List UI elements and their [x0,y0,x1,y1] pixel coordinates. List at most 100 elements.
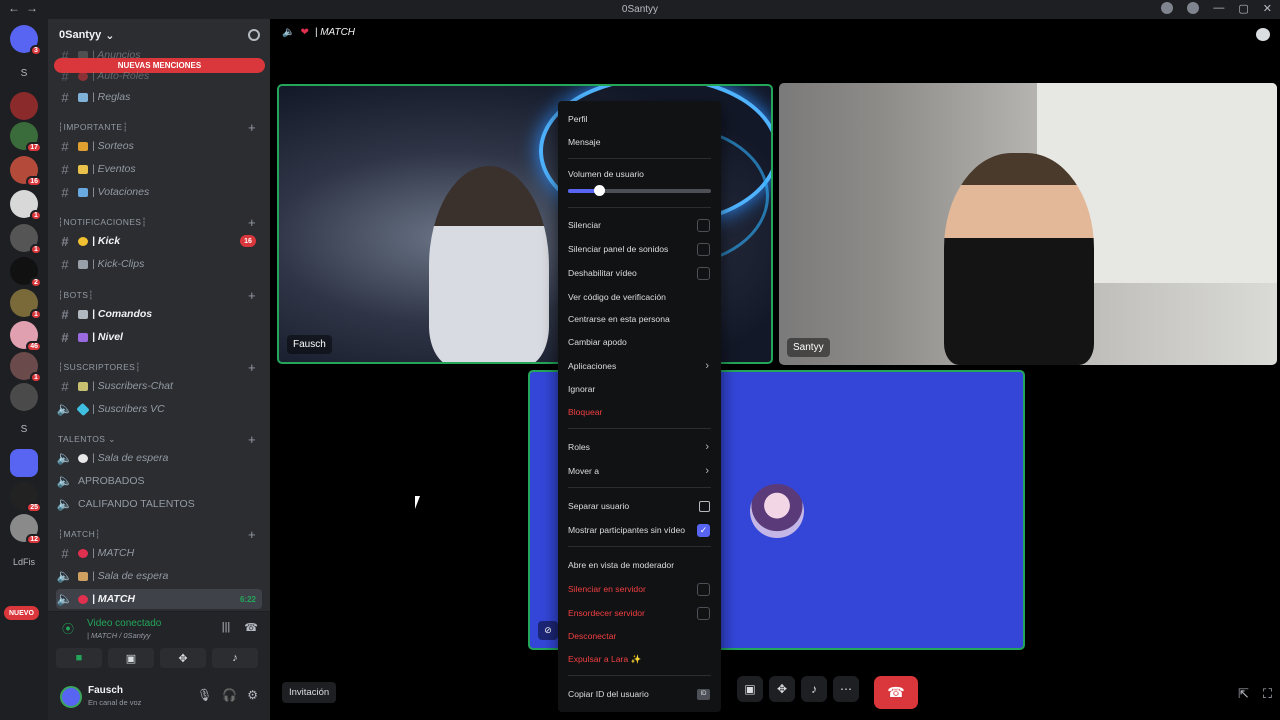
category-suscriptores[interactable]: ┆SUSCRIPTORES┆ + [58,360,262,375]
channel-nivel[interactable]: # | Nivel [56,327,262,347]
menu-item-disconnect[interactable]: Desconectar [568,628,711,644]
server-icon[interactable]: 46 [10,321,42,352]
menu-item-ignore[interactable]: Ignorar [568,381,711,397]
menu-item-mute-soundboard[interactable]: Silenciar panel de sonidos [568,241,711,257]
server-icon[interactable] [10,383,38,411]
server-icon[interactable]: 12 [10,514,42,545]
menu-item-server-deafen[interactable]: Ensordecer servidor [568,605,711,621]
menu-item-kick[interactable]: Expulsar a Lara ✨ [568,651,711,667]
volume-slider[interactable] [568,185,711,196]
channel-sorteos[interactable]: # | Sorteos [56,136,262,156]
add-channel-icon[interactable]: + [248,288,256,303]
channel-votaciones[interactable]: # | Votaciones [56,182,262,202]
disable-video-checkbox[interactable] [697,266,710,280]
channel-autoroles[interactable]: # | Auto-Roles [56,66,262,86]
inbox-icon[interactable] [1161,2,1174,14]
show-non-video-checkbox[interactable]: ✓ [697,523,710,537]
activities-button[interactable]: ✥ [769,676,795,702]
menu-item-moderator-view[interactable]: Abre en vista de moderador [568,557,711,573]
channel-eventos[interactable]: # | Eventos [56,159,262,179]
signal-icon[interactable]: ⦿ [62,620,76,636]
add-channel-icon[interactable]: + [248,120,256,135]
server-icon[interactable]: 25 [10,482,42,513]
channel-reglas[interactable]: # | Reglas [56,87,262,107]
mic-icon[interactable]: 🎙 [197,688,212,702]
server-mute-checkbox[interactable] [697,582,710,596]
channel-aprobados[interactable]: 🔈 APROBADOS [56,471,262,491]
category-talentos[interactable]: TALENTOS ⌄ + [58,432,262,447]
menu-item-focus[interactable]: Centrarse en esta persona [568,311,711,327]
close-icon[interactable]: ✕ [1263,2,1272,15]
category-match[interactable]: ┆MATCH┆ + [58,527,262,542]
screen-share-button[interactable]: ▣ [108,648,154,668]
voice-status[interactable]: Video conectado [87,618,161,629]
server-ldfis[interactable]: LdFis [10,548,38,576]
server-icon[interactable]: 17 [10,122,42,153]
voice-channel-path[interactable]: | MATCH / 0Santyy [87,631,151,640]
channel-kickclips[interactable]: # | Kick-Clips [56,254,262,274]
disconnect-icon[interactable]: ☎ [244,621,258,634]
add-channel-icon[interactable]: + [248,432,256,447]
hangup-button[interactable]: ☎ [874,676,918,709]
server-icon[interactable] [10,92,38,120]
menu-item-message[interactable]: Mensaje [568,134,711,150]
avatar[interactable] [60,686,82,708]
minimize-icon[interactable]: — [1213,2,1224,15]
soundboard-button[interactable]: ♪ [212,648,258,668]
folder-icon[interactable] [10,449,38,477]
server-s1[interactable]: S [10,59,38,87]
channel-comandos[interactable]: # | Comandos [56,304,262,324]
add-channel-icon[interactable]: + [248,527,256,542]
menu-item-apps[interactable]: Aplicaciones › [568,358,711,374]
server-icon[interactable]: 1 [10,190,42,221]
channel-match-text[interactable]: # | MATCH [56,543,262,563]
help-icon[interactable] [1187,2,1200,14]
fullscreen-icon[interactable]: ⛶ [1263,686,1272,702]
channel-match-voice[interactable]: 🔈 | MATCH 6:22 [56,589,262,609]
mute-checkbox[interactable] [697,218,710,232]
server-deafen-checkbox[interactable] [697,606,710,620]
chat-icon[interactable] [1256,28,1270,41]
menu-item-verification-code[interactable]: Ver código de verificación [568,289,711,305]
gear-icon[interactable]: ⚙ [247,688,258,702]
server-icon[interactable]: 1 [10,352,42,383]
menu-item-move-to[interactable]: Mover a › [568,463,711,479]
menu-item-popout-user[interactable]: Separar usuario [568,498,711,514]
menu-item-mute[interactable]: Silenciar [568,217,711,233]
invite-button[interactable]: Invitación [282,682,337,703]
server-s2[interactable]: S [10,415,38,443]
category-bots[interactable]: ┆BOTS┆ + [58,288,262,303]
menu-item-roles[interactable]: Roles › [568,439,711,455]
channel-espera1[interactable]: 🔈 | Sala de espera [56,448,262,468]
soundboard-button[interactable]: ♪ [801,676,827,702]
activities-button[interactable]: ✥ [160,648,206,668]
volume-slider-knob[interactable] [594,185,606,196]
channel-kick[interactable]: # | Kick 16 [56,231,262,251]
channel-suscchat[interactable]: # | Suscribers-Chat [56,376,262,396]
mute-soundboard-checkbox[interactable] [697,242,710,256]
channel-califando[interactable]: 🔈 CALIFANDO TALENTOS [56,494,262,514]
video-tile-santyy[interactable]: Santyy [779,83,1277,365]
category-notificaciones[interactable]: ┆NOTIFICACIONES┆ + [58,215,262,230]
menu-item-copy-id[interactable]: Copiar ID del usuario ID [568,686,711,702]
add-channel-icon[interactable]: + [248,360,256,375]
popout-icon[interactable]: ⇱ [1238,686,1249,702]
camera-button[interactable]: ■ [56,648,102,668]
category-importante[interactable]: ┆IMPORTANTE┆ + [58,120,262,135]
headphones-icon[interactable]: 🎧 [222,688,237,702]
menu-item-profile[interactable]: Perfil [568,111,711,127]
maximize-icon[interactable]: ▢ [1238,2,1248,15]
add-user-icon[interactable] [248,29,260,41]
screen-share-button[interactable]: ▣ [737,676,763,702]
menu-item-disable-video[interactable]: Deshabilitar vídeo [568,265,711,281]
menu-item-nickname[interactable]: Cambiar apodo [568,334,711,350]
server-icon[interactable]: 16 [10,156,42,187]
server-icon[interactable]: 1 [10,224,42,255]
discord-icon[interactable]: 3 [10,25,42,56]
noise-suppression-icon[interactable]: ||| [222,621,231,634]
more-button[interactable]: ⋯ [833,676,859,702]
server-icon[interactable]: 1 [10,289,42,320]
channel-espera2[interactable]: 🔈 | Sala de espera [56,566,262,586]
channel-suscvc[interactable]: 🔈 | Suscribers VC [56,399,262,419]
add-channel-icon[interactable]: + [248,215,256,230]
